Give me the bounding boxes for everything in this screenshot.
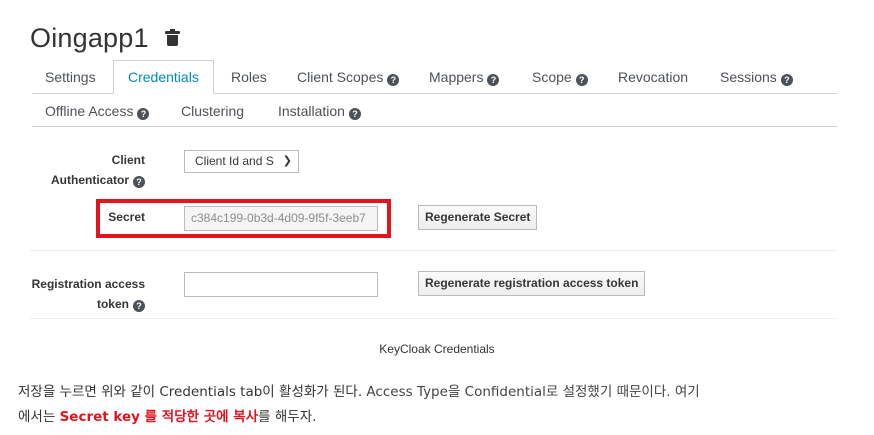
trash-icon[interactable] bbox=[164, 29, 180, 47]
regenerate-secret-button[interactable]: Regenerate Secret bbox=[418, 205, 538, 230]
tab-offline-access[interactable]: Offline Access? bbox=[45, 94, 150, 128]
regenerate-token-button[interactable]: Regenerate registration access token bbox=[418, 271, 646, 296]
tab-divider bbox=[32, 126, 837, 127]
help-icon: ? bbox=[348, 108, 361, 120]
help-icon: ? bbox=[575, 74, 588, 86]
tab-sessions[interactable]: Sessions? bbox=[720, 60, 793, 94]
tab-scope[interactable]: Scope? bbox=[532, 60, 588, 94]
highlight-box bbox=[96, 199, 391, 238]
tab-roles[interactable]: Roles bbox=[231, 60, 267, 94]
tab-installation[interactable]: Installation? bbox=[278, 94, 361, 128]
help-icon: ? bbox=[133, 300, 145, 312]
client-authenticator-label: Client Authenticator? bbox=[51, 153, 145, 188]
help-icon: ? bbox=[780, 74, 793, 86]
help-icon: ? bbox=[133, 176, 145, 188]
tab-clustering[interactable]: Clustering bbox=[181, 94, 244, 128]
highlighted-text: Secret key 를 적당한 곳에 복사 bbox=[59, 409, 259, 425]
registration-token-field[interactable] bbox=[184, 272, 378, 297]
tab-client-scopes[interactable]: Client Scopes? bbox=[297, 60, 400, 94]
form-divider bbox=[30, 250, 837, 251]
tab-revocation[interactable]: Revocation bbox=[618, 60, 688, 94]
help-icon: ? bbox=[137, 108, 150, 120]
tab-settings[interactable]: Settings bbox=[45, 60, 96, 94]
chevron-down-icon: ❯ bbox=[282, 155, 292, 167]
help-icon: ? bbox=[387, 74, 400, 86]
help-icon: ? bbox=[487, 74, 500, 86]
page-title: Oingapp1 bbox=[30, 22, 149, 53]
title-row: Oingapp1 bbox=[30, 18, 180, 58]
tab-credentials[interactable]: Credentials bbox=[113, 60, 214, 94]
body-paragraph: 저장을 누르면 위와 같이 Credentials tab이 활성화가 된다. … bbox=[18, 384, 700, 425]
form-divider bbox=[30, 318, 837, 319]
figure-caption: KeyCloak Credentials bbox=[379, 342, 495, 356]
registration-token-label: Registration access token? bbox=[31, 277, 145, 312]
tab-mappers[interactable]: Mappers? bbox=[429, 60, 500, 94]
client-authenticator-select[interactable]: Client Id and S ❯ bbox=[184, 150, 299, 173]
